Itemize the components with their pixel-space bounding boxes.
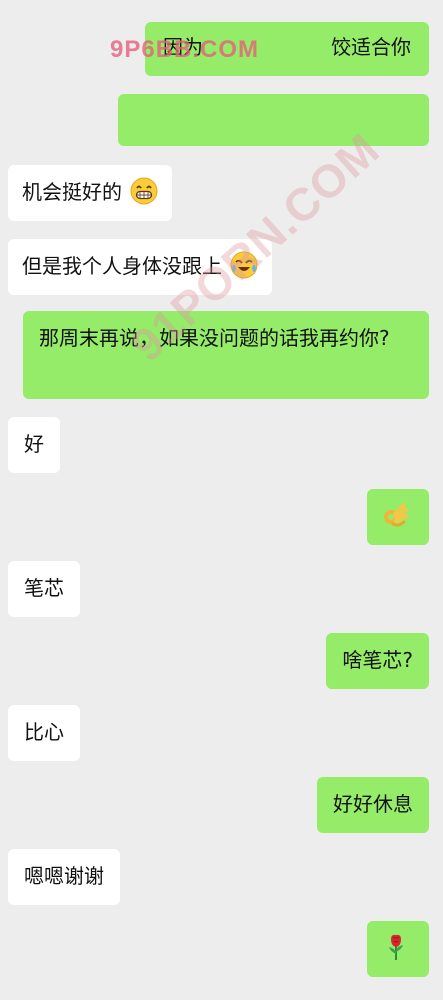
message-bubble-incoming[interactable]: 但是我个人身体没跟上 [8, 239, 273, 295]
message-text: 笔芯 [24, 576, 64, 600]
message-text: 但是我个人身体没跟上 [22, 254, 222, 278]
message-bubble-incoming[interactable]: 比心 [8, 705, 80, 761]
grinning-face-emoji [130, 177, 158, 205]
message-text: 啥笔芯? [342, 648, 413, 672]
ok-hand-emoji [384, 503, 408, 527]
message-text: 饺适合你 [331, 35, 411, 59]
message-bubble-incoming[interactable]: 嗯嗯谢谢 [8, 849, 120, 905]
message-bubble-outgoing[interactable]: 啥笔芯? [326, 633, 429, 689]
message-bubble-outgoing[interactable]: 因为 饺适合你 [145, 22, 429, 76]
message-bubble-incoming[interactable]: 笔芯 [8, 561, 80, 617]
message-text: 好 [24, 432, 44, 456]
message-bubble-outgoing[interactable]: 那周末再说，如果没问题的话我再约你? [23, 311, 429, 399]
message-text: 比心 [24, 720, 64, 744]
crying-laughing-emoji [230, 251, 258, 279]
message-text: 嗯嗯谢谢 [24, 864, 104, 888]
message-text: 机会挺好的 [22, 180, 122, 204]
message-bubble-incoming[interactable]: 好 [8, 417, 60, 473]
message-bubble-incoming[interactable]: 机会挺好的 [8, 165, 173, 221]
message-bubble-outgoing[interactable] [367, 489, 429, 545]
message-bubble-outgoing[interactable]: 好好休息 [317, 777, 429, 833]
message-text: 因为 [163, 35, 203, 59]
rose-emoji [389, 934, 403, 960]
chat-screen: 因为 饺适合你 机会挺好的 但是我个人身体没跟上 那周末再说，如果没问题的话我再… [0, 0, 443, 1000]
message-text: 好好休息 [333, 792, 413, 816]
message-bubble-outgoing[interactable] [367, 921, 429, 977]
message-bubble-outgoing[interactable] [118, 94, 429, 146]
message-text: 那周末再说，如果没问题的话我再约你? [39, 326, 390, 350]
